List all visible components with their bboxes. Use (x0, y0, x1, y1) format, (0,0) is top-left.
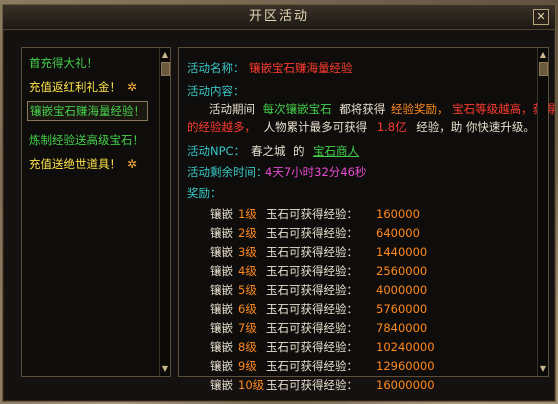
event-time-value: 4天7小时32分46秒 (265, 165, 367, 179)
reward-level: 2级 (238, 226, 257, 240)
reward-prefix: 镶嵌 (210, 207, 233, 221)
event-reward-label: 奖励： (187, 186, 222, 200)
close-icon: ✕ (536, 10, 546, 23)
event-item-first-recharge[interactable]: 首充得大礼！ (27, 54, 100, 72)
reward-prefix: 镶嵌 (210, 283, 233, 297)
reward-prefix: 镶嵌 (210, 264, 233, 278)
window-title: 开区活动 (248, 9, 309, 24)
reward-prefix: 镶嵌 (210, 226, 233, 240)
event-item-refine-exp[interactable]: 炼制经验送高级宝石！ (27, 131, 146, 149)
event-content-line-2: 的经验越多， 人物累计最多可获得 1.8亿 经验，助 你快速升级。 (187, 120, 535, 134)
event-content-label: 活动内容： (187, 84, 245, 98)
event-item-recharge-bonus[interactable]: 充值返红利礼金！ ✲ (27, 78, 139, 96)
reward-level: 7级 (238, 321, 257, 335)
reward-text: 玉石可获得经验： (266, 264, 358, 278)
event-name-value: 镶嵌宝石赚海量经验 (249, 61, 353, 75)
reward-text: 玉石可获得经验： (266, 302, 358, 316)
reward-level: 6级 (238, 302, 257, 316)
reward-exp: 10240000 (376, 340, 435, 354)
event-content-line-1: 活动期间 每次镶嵌宝石 都将获得 经验奖励， 宝石等级越高，获得 (209, 102, 556, 116)
reward-level: 4级 (238, 264, 257, 278)
reward-text: 玉石可获得经验： (266, 359, 358, 373)
event-detail-panel: 活动名称： 镶嵌宝石赚海量经验 活动内容： 活动期间 每次镶嵌宝石 都将获得 经… (178, 47, 556, 392)
event-item-label: 充值送绝世道具！ (29, 157, 121, 171)
event-item-label: 首充得大礼！ (29, 56, 98, 70)
event-item-recharge-items[interactable]: 充值送绝世道具！ ✲ (27, 155, 139, 173)
reward-level: 9级 (238, 359, 257, 373)
gift-icon: ✲ (127, 80, 138, 94)
reward-prefix: 镶嵌 (210, 359, 233, 373)
reward-text: 玉石可获得经验： (266, 283, 358, 297)
event-item-label: 充值返红利礼金！ (29, 80, 121, 94)
event-npc-of: 的 (293, 144, 305, 158)
reward-exp: 2560000 (376, 264, 428, 278)
reward-text: 玉石可获得经验： (266, 340, 358, 354)
scroll-down-arrow-icon[interactable]: ▼ (538, 364, 548, 374)
reward-level: 1级 (238, 207, 257, 221)
event-detail-scrollbar[interactable]: ▲ ▼ (537, 48, 548, 376)
reward-exp: 4000000 (376, 283, 428, 297)
scroll-up-arrow-icon[interactable]: ▲ (538, 50, 548, 60)
scroll-up-arrow-icon[interactable]: ▲ (160, 50, 170, 60)
reward-text: 玉石可获得经验： (266, 378, 358, 392)
event-npc-city: 春之城 (251, 144, 286, 158)
reward-level: 10级 (238, 378, 265, 392)
event-list-panel: 首充得大礼！ 充值返红利礼金！ ✲ 镶嵌宝石赚海量经验！ 炼制经验送高级宝石！ 充… (21, 47, 171, 377)
reward-exp: 160000 (376, 207, 420, 221)
reward-level: 8级 (238, 340, 257, 354)
reward-text: 玉石可获得经验： (266, 245, 358, 259)
event-list-scrollbar[interactable]: ▲ ▼ (159, 48, 170, 376)
close-button[interactable]: ✕ (533, 9, 549, 25)
scroll-down-arrow-icon[interactable]: ▼ (160, 364, 170, 374)
reward-exp: 12960000 (376, 359, 435, 373)
reward-level: 5级 (238, 283, 257, 297)
reward-prefix: 镶嵌 (210, 302, 233, 316)
reward-text: 玉石可获得经验： (266, 226, 358, 240)
reward-exp: 1440000 (376, 245, 428, 259)
event-name-label: 活动名称： (187, 61, 245, 75)
reward-exp: 640000 (376, 226, 420, 240)
reward-text: 玉石可获得经验： (266, 207, 358, 221)
scroll-thumb[interactable] (161, 62, 170, 76)
scroll-thumb[interactable] (539, 62, 548, 76)
event-window: 开区活动 ✕ 首充得大礼！ 充值返红利礼金！ ✲ 镶嵌宝石赚海量经验！ 炼制经验送… (2, 4, 556, 402)
reward-level: 3级 (238, 245, 257, 259)
reward-prefix: 镶嵌 (210, 340, 233, 354)
event-item-label: 镶嵌宝石赚海量经验！ (30, 104, 145, 118)
reward-exp: 16000000 (376, 378, 435, 392)
event-npc-label: 活动NPC： (187, 144, 246, 158)
title-bar: 开区活动 ✕ (3, 5, 555, 30)
event-time-label: 活动剩余时间： (187, 165, 268, 179)
event-npc-link[interactable]: 宝石商人 (313, 143, 359, 159)
event-item-label: 炼制经验送高级宝石！ (29, 133, 144, 147)
reward-exp: 7840000 (376, 321, 428, 335)
reward-prefix: 镶嵌 (210, 378, 233, 392)
reward-prefix: 镶嵌 (210, 321, 233, 335)
reward-text: 玉石可获得经验： (266, 321, 358, 335)
gift-icon: ✲ (127, 157, 138, 171)
reward-prefix: 镶嵌 (210, 245, 233, 259)
reward-exp: 5760000 (376, 302, 428, 316)
event-item-gem-inlay[interactable]: 镶嵌宝石赚海量经验！ (27, 101, 148, 121)
